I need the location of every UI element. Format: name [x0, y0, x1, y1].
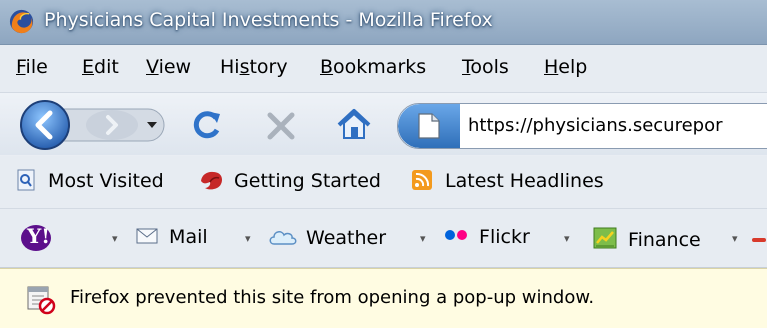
bookmark-most-visited[interactable]: Most Visited	[16, 169, 164, 192]
bookmarks-toolbar: Most Visited Getting Started Latest Head…	[0, 156, 767, 209]
popup-blocked-notification: Firefox prevented this site from opening…	[0, 268, 767, 328]
bookmark-getting-started-label: Getting Started	[234, 170, 381, 192]
menu-bookmarks[interactable]: Bookmarks	[320, 56, 426, 78]
menu-file-accel: F	[16, 56, 26, 78]
menu-edit[interactable]: Edit	[82, 56, 119, 78]
menu-tools[interactable]: Tools	[462, 56, 509, 78]
yahoo-flickr[interactable]: Flickr	[443, 226, 530, 248]
back-arrow-icon[interactable]	[16, 99, 74, 151]
menu-bar: File Edit View History Bookmarks Tools H…	[0, 45, 767, 93]
menu-help-rest: elp	[558, 56, 588, 78]
flickr-dots-icon	[445, 230, 467, 240]
yahoo-mail[interactable]: Mail	[135, 226, 208, 248]
menu-history-accel: s	[239, 56, 250, 78]
stop-icon[interactable]	[264, 109, 298, 143]
home-icon[interactable]	[334, 106, 374, 144]
menu-file[interactable]: File	[16, 56, 48, 78]
popup-blocked-message: Firefox prevented this site from opening…	[70, 287, 595, 308]
bookmark-latest-headlines[interactable]: Latest Headlines	[411, 169, 604, 192]
menu-view-accel: V	[146, 56, 159, 78]
reload-icon[interactable]	[190, 108, 224, 142]
yahoo-flickr-dropdown[interactable]: ▾	[564, 232, 570, 245]
yahoo-finance[interactable]: Finance	[592, 226, 701, 251]
page-icon	[418, 113, 440, 139]
menu-view[interactable]: View	[146, 56, 191, 78]
toolbar-overflow-icon[interactable]	[752, 237, 766, 243]
popup-blocked-icon	[27, 286, 56, 315]
yahoo-weather[interactable]: Weather	[268, 226, 386, 249]
bookmark-getting-started[interactable]: Getting Started	[198, 169, 381, 192]
finance-chart-icon	[593, 227, 617, 249]
yahoo-logo[interactable]: Y!	[20, 224, 52, 252]
menu-history[interactable]: History	[220, 56, 288, 78]
menu-bookmarks-accel: B	[320, 56, 334, 78]
menu-file-rest: ile	[25, 56, 48, 78]
firefox-icon	[9, 9, 34, 34]
rss-feed-icon	[412, 170, 432, 190]
menu-tools-rest: ools	[470, 56, 509, 78]
yahoo-logo-dropdown[interactable]: ▾	[112, 232, 118, 245]
magnifier-page-icon	[17, 169, 35, 191]
yahoo-finance-dropdown[interactable]: ▾	[732, 232, 738, 245]
menu-view-rest: iew	[158, 56, 192, 78]
forward-arrow-icon[interactable]	[80, 108, 144, 142]
title-bar: Physicians Capital Investments - Mozilla…	[0, 0, 767, 45]
bookmark-most-visited-label: Most Visited	[48, 170, 164, 192]
menu-edit-rest: dit	[94, 56, 119, 78]
menu-bookmarks-rest: ookmarks	[333, 56, 427, 78]
yahoo-weather-dropdown[interactable]: ▾	[420, 232, 426, 245]
url-bar[interactable]	[397, 103, 767, 149]
yahoo-mail-dropdown[interactable]: ▾	[245, 232, 251, 245]
bookmark-latest-headlines-label: Latest Headlines	[445, 170, 604, 192]
envelope-icon	[136, 228, 158, 244]
yahoo-toolbar: Y! ▾ Mail ▾ Weather ▾ Flickr ▾ Finance ▾	[0, 209, 767, 268]
menu-history-rest: tory	[249, 56, 288, 78]
yahoo-flickr-label: Flickr	[479, 226, 530, 248]
url-input[interactable]	[468, 104, 767, 148]
menu-help[interactable]: Help	[544, 56, 587, 78]
yahoo-finance-label: Finance	[628, 229, 701, 251]
menu-edit-accel: E	[82, 56, 95, 78]
menu-help-accel: H	[544, 56, 559, 78]
site-identity-button[interactable]	[398, 104, 460, 148]
chevron-down-icon[interactable]	[145, 118, 159, 132]
yahoo-weather-label: Weather	[306, 227, 387, 249]
yahoo-mail-label: Mail	[169, 226, 208, 248]
menu-history-prefix: Hi	[220, 56, 240, 78]
window-title: Physicians Capital Investments - Mozilla…	[44, 9, 493, 31]
yahoo-logo-text: Y!	[27, 224, 51, 248]
cloud-icon	[269, 231, 297, 245]
firefox-logo-icon	[201, 171, 222, 190]
